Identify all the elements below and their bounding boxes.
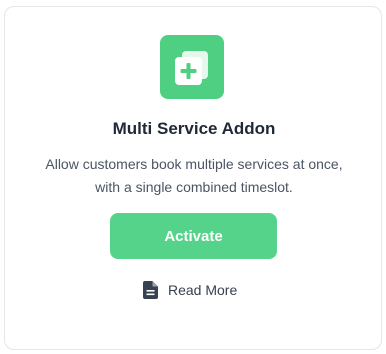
read-more-link[interactable]: Read More — [143, 279, 237, 301]
copy-plus-icon — [160, 35, 224, 99]
addon-card: Multi Service Addon Allow customers book… — [4, 6, 382, 350]
addon-title: Multi Service Addon — [112, 119, 276, 138]
activate-button[interactable]: Activate — [110, 213, 277, 259]
document-icon — [143, 281, 158, 299]
addon-description: Allow customers book multiple services a… — [45, 156, 343, 195]
read-more-label: Read More — [168, 282, 238, 298]
